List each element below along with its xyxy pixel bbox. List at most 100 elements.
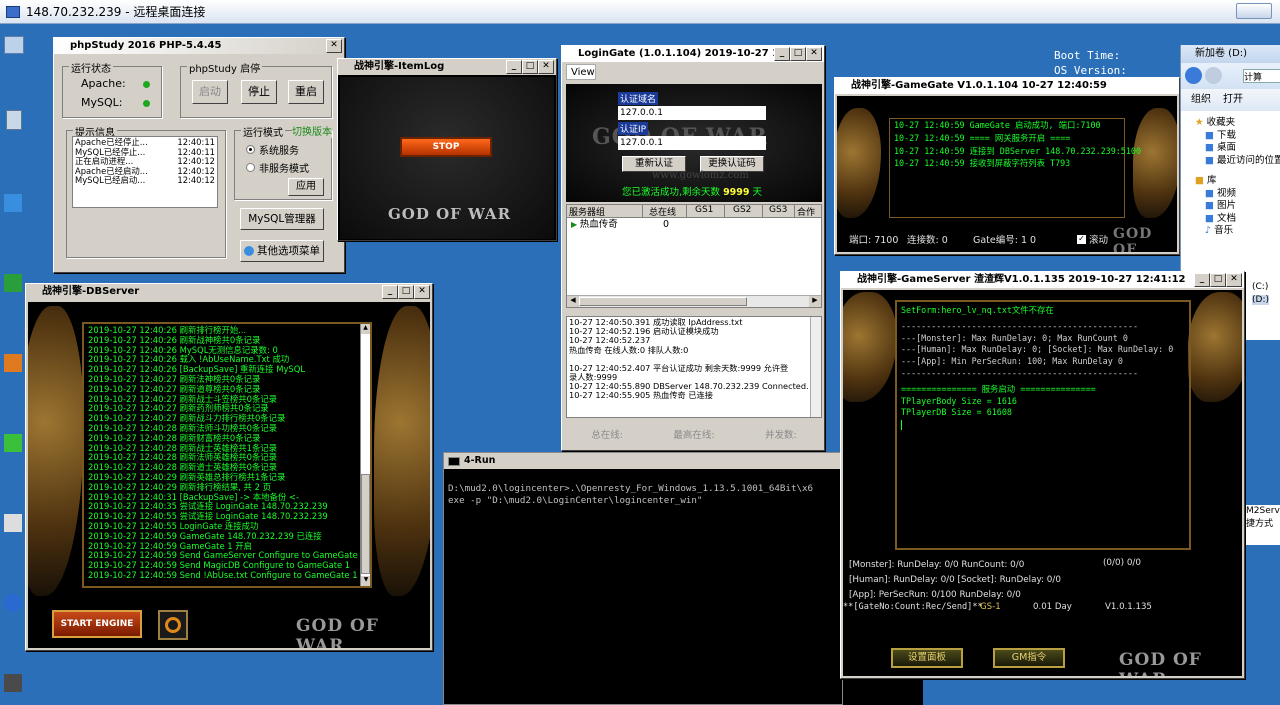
forward-icon[interactable]	[1205, 67, 1222, 84]
app-icon-5[interactable]	[4, 514, 22, 532]
drive-d-label[interactable]: (D:)	[1252, 295, 1269, 305]
close-icon[interactable]: ✕	[538, 60, 554, 74]
scroll-thumb[interactable]	[361, 474, 370, 574]
qq-icon[interactable]	[4, 594, 22, 612]
tree-item-label: 最近访问的位置	[1217, 154, 1280, 166]
scroll-down-icon[interactable]: ▼	[361, 576, 370, 586]
tree-item[interactable]: ■ 图片	[1195, 200, 1280, 213]
app-icon-6[interactable]	[4, 674, 22, 692]
side-item[interactable]: M2Serv	[1246, 505, 1280, 518]
settings-button[interactable]: 设置面板	[891, 648, 963, 668]
close-icon[interactable]: ✕	[326, 39, 342, 53]
menu-view[interactable]: View	[566, 64, 596, 80]
maximize-icon[interactable]: □	[1210, 273, 1226, 287]
col-header[interactable]: 服务器组	[567, 205, 643, 218]
itemlog-body: STOP GOD OF WAR	[340, 77, 554, 239]
switch-version-link[interactable]: 切换版本	[292, 123, 332, 138]
col-header[interactable]: 总在线	[643, 205, 687, 218]
table-row[interactable]: ▶ 热血传奇 0	[567, 218, 821, 232]
stat-right: (0/0) 0/0	[1103, 558, 1141, 568]
computer-icon[interactable]	[4, 36, 24, 54]
organize-menu[interactable]: 组织	[1191, 89, 1211, 111]
music-icon: ♪	[1205, 225, 1212, 236]
stop-button[interactable]: STOP	[400, 137, 492, 157]
col-header[interactable]: GS1	[687, 205, 725, 217]
auth-panel: GOD OF WAR 认证域名 127.0.0.1 认证IP 127.0.0.1…	[566, 84, 822, 202]
col-header[interactable]: GS2	[725, 205, 763, 217]
tree-item[interactable]: ■ 视频	[1195, 188, 1280, 201]
app-icon-3[interactable]	[4, 354, 22, 372]
tree-item[interactable]: ■ 下载	[1195, 130, 1280, 143]
maximize-icon[interactable]: □	[790, 47, 806, 61]
minimize-icon[interactable]: _	[506, 60, 522, 74]
maximize-icon[interactable]: □	[522, 60, 538, 74]
scroll-checkbox[interactable]: ✓ 滚动	[1077, 232, 1108, 246]
open-menu[interactable]: 打开	[1223, 89, 1243, 111]
logingate-titlebar: LoginGate (1.0.1.104) 2019-10-27 1... _ …	[562, 46, 824, 62]
radio-nonservice[interactable]: 非服务模式	[246, 160, 309, 175]
explorer-tree: ★ 收藏夹 ■ 下载 ■ 桌面 ■ 最近访问的位置 ■ 库 ■ 视频 ■ 图片 …	[1181, 111, 1280, 238]
side-item[interactable]: 捷方式	[1246, 518, 1280, 531]
minimize-icon[interactable]: _	[774, 47, 790, 61]
tree-item[interactable]: ■ 桌面	[1195, 142, 1280, 155]
gm-command-button[interactable]: GM指令	[993, 648, 1065, 668]
apply-button[interactable]: 应用	[288, 178, 324, 196]
back-icon[interactable]	[1185, 67, 1202, 84]
maximize-icon[interactable]: □	[398, 285, 414, 299]
ip-input[interactable]: 127.0.0.1	[618, 136, 766, 150]
engine-gear-icon[interactable]	[158, 610, 188, 640]
dragon-left-icon	[28, 306, 84, 596]
h-scrollbar[interactable]: ◀ ▶	[567, 295, 821, 307]
minimize-icon[interactable]: _	[1194, 273, 1210, 287]
library-node[interactable]: ■ 库	[1195, 175, 1280, 188]
stop-button[interactable]: 停止	[241, 80, 277, 104]
close-icon[interactable]: ✕	[806, 47, 822, 61]
video-icon: ■	[1205, 187, 1214, 199]
scroll-left-icon[interactable]: ◀	[567, 296, 579, 307]
dragon-right-icon	[374, 306, 430, 596]
domain-input[interactable]: 127.0.0.1	[618, 106, 766, 120]
v-scrollbar[interactable]: ▲ ▼	[360, 324, 370, 586]
app-icon-2[interactable]	[4, 274, 22, 292]
tree-item[interactable]: ■ 文档	[1195, 213, 1280, 226]
mysql-label: MySQL:	[81, 96, 123, 109]
radio-system-label: 系统服务	[259, 146, 299, 157]
close-icon[interactable]: ✕	[414, 285, 430, 299]
close-icon[interactable]: ✕	[1226, 273, 1242, 287]
radio-system[interactable]: 系统服务	[246, 142, 299, 157]
scroll-thumb[interactable]	[579, 297, 747, 306]
row-online: 0	[663, 219, 670, 230]
document-icon: ■	[1205, 212, 1214, 224]
logingate-window: LoginGate (1.0.1.104) 2019-10-27 1... _ …	[561, 45, 825, 451]
start-engine-button[interactable]: START ENGINE	[52, 610, 142, 638]
scroll-up-icon[interactable]: ▲	[361, 324, 370, 334]
col-header[interactable]: 合作	[795, 205, 821, 218]
app-icon-1[interactable]	[4, 194, 22, 212]
mysql-status-dot	[143, 100, 150, 107]
gameserver-log: SetForm:hero_lv_nq.txt文件不存在 ------------…	[895, 300, 1191, 550]
drive-c-label[interactable]: (C:)	[1252, 282, 1269, 292]
log-line: ----------------------------------------…	[901, 367, 1138, 378]
radio-nonservice-label: 非服务模式	[259, 164, 309, 175]
other-options-button[interactable]: 其他选项菜单	[240, 240, 324, 262]
rdp-minimize-button[interactable]	[1236, 3, 1272, 19]
restart-button[interactable]: 重启	[288, 80, 324, 104]
gameserver-stats: [Monster]: RunDelay: 0/0 RunCount: 0/0 […	[849, 558, 1061, 603]
v-scrollbar[interactable]	[810, 317, 821, 417]
days-value: 9999	[723, 187, 750, 198]
favorites-node[interactable]: ★ 收藏夹	[1195, 117, 1280, 130]
minimize-icon[interactable]: _	[382, 285, 398, 299]
search-box[interactable]: 计算	[1243, 69, 1280, 83]
library-icon: ■	[1195, 175, 1204, 186]
tree-item[interactable]: ■ 最近访问的位置	[1195, 155, 1280, 168]
scroll-right-icon[interactable]: ▶	[809, 296, 821, 307]
app-icon-4[interactable]	[4, 434, 22, 452]
col-header[interactable]: GS3	[763, 205, 795, 217]
mysql-manager-button[interactable]: MySQL管理器	[240, 208, 324, 230]
port-label: 端口: 7100	[849, 235, 899, 246]
recycle-bin-icon[interactable]	[6, 110, 22, 130]
gameserver-titlebar: 战神引擎-GameServer 渣渣辉V1.0.1.135 2019-10-27…	[841, 272, 1244, 288]
tree-item[interactable]: ♪ 音乐	[1195, 225, 1280, 238]
cmd-icon	[448, 456, 460, 466]
start-button[interactable]: 启动	[192, 80, 228, 104]
